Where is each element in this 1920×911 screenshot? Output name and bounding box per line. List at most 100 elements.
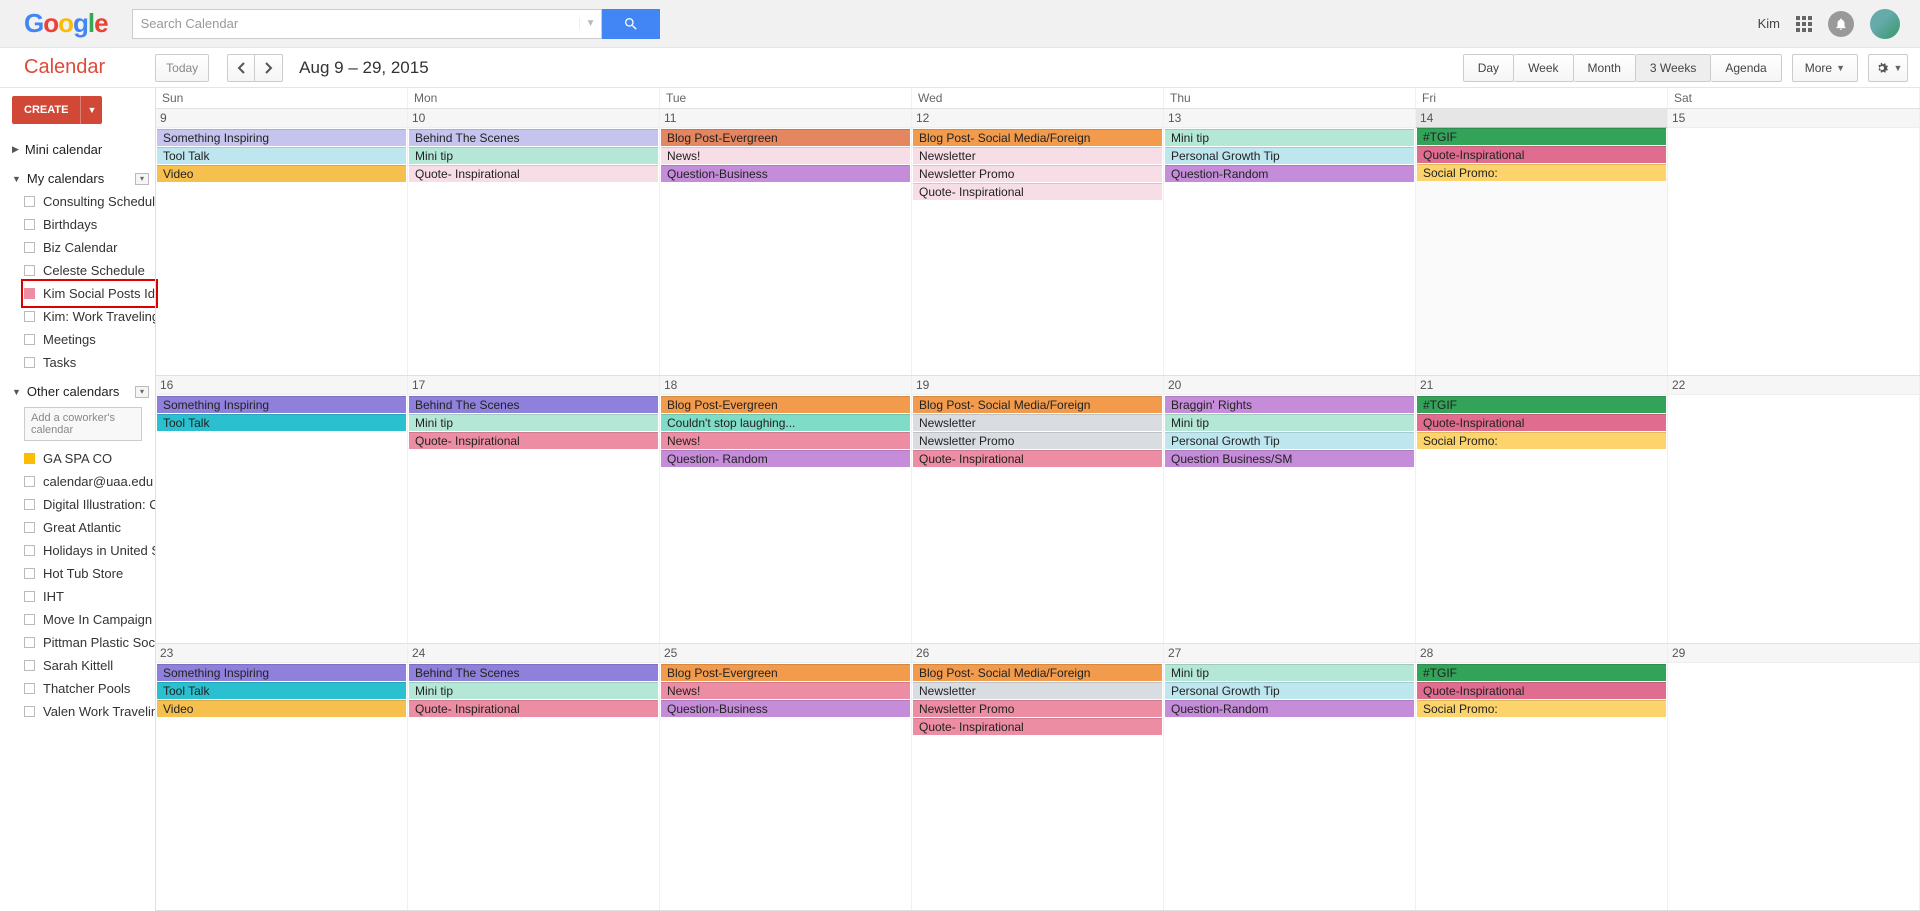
calendar-item[interactable]: Digital Illustration: C… [24, 493, 155, 516]
search-dropdown-icon[interactable]: ▼ [579, 18, 593, 29]
event[interactable]: Mini tip [409, 682, 658, 699]
calendar-color-swatch[interactable] [24, 196, 35, 207]
calendar-color-swatch[interactable] [24, 706, 35, 717]
event[interactable]: Tool Talk [157, 682, 406, 699]
day-cell[interactable]: 15 [1668, 109, 1920, 375]
event[interactable]: Quote-Inspirational [1417, 682, 1666, 699]
create-dropdown[interactable]: ▼ [80, 96, 102, 124]
google-logo[interactable]: Google [24, 8, 108, 39]
search-button[interactable] [602, 9, 660, 39]
day-cell[interactable]: 12Blog Post- Social Media/ForeignNewslet… [912, 109, 1164, 375]
event[interactable]: Mini tip [409, 147, 658, 164]
event[interactable]: Question- Random [661, 450, 910, 467]
event[interactable]: Personal Growth Tip [1165, 147, 1414, 164]
calendar-color-swatch[interactable] [24, 476, 35, 487]
event[interactable]: Question-Random [1165, 165, 1414, 182]
user-name[interactable]: Kim [1758, 16, 1780, 31]
event[interactable]: Newsletter Promo [913, 700, 1162, 717]
event[interactable]: Tool Talk [157, 147, 406, 164]
event[interactable]: Question-Random [1165, 700, 1414, 717]
event[interactable]: Social Promo: [1417, 164, 1666, 181]
other-calendars-toggle[interactable]: ▼Other calendars▾ [12, 380, 155, 403]
event[interactable]: Blog Post-Evergreen [661, 129, 910, 146]
day-cell[interactable]: 18Blog Post-EvergreenCouldn't stop laugh… [660, 376, 912, 642]
calendar-color-swatch[interactable] [24, 265, 35, 276]
calendar-color-swatch[interactable] [24, 637, 35, 648]
apps-icon[interactable] [1796, 16, 1812, 32]
event[interactable]: Blog Post-Evergreen [661, 664, 910, 681]
calendar-color-swatch[interactable] [24, 288, 35, 299]
event[interactable]: Personal Growth Tip [1165, 682, 1414, 699]
day-cell[interactable]: 14#TGIFQuote-InspirationalSocial Promo: [1416, 109, 1668, 375]
calendar-item[interactable]: Valen Work Travelin… [24, 700, 155, 723]
day-cell[interactable]: 24Behind The ScenesMini tipQuote- Inspir… [408, 644, 660, 910]
event[interactable]: Behind The Scenes [409, 664, 658, 681]
calendar-color-swatch[interactable] [24, 357, 35, 368]
event[interactable]: Something Inspiring [157, 664, 406, 681]
event[interactable]: Quote- Inspirational [409, 700, 658, 717]
calendar-color-swatch[interactable] [24, 522, 35, 533]
calendar-item[interactable]: Move In Campaign [24, 608, 155, 631]
event[interactable]: Newsletter Promo [913, 165, 1162, 182]
calendar-item[interactable]: calendar@uaa.edu [24, 470, 155, 493]
calendar-color-swatch[interactable] [24, 568, 35, 579]
event[interactable]: Blog Post- Social Media/Foreign [913, 664, 1162, 681]
calendar-color-swatch[interactable] [24, 219, 35, 230]
event[interactable]: News! [661, 432, 910, 449]
event[interactable]: Personal Growth Tip [1165, 432, 1414, 449]
calendar-item[interactable]: IHT [24, 585, 155, 608]
event[interactable]: Video [157, 165, 406, 182]
calendar-item[interactable]: Holidays in United St… [24, 539, 155, 562]
view-3-weeks[interactable]: 3 Weeks [1636, 54, 1711, 82]
event[interactable]: Quote- Inspirational [913, 450, 1162, 467]
calendar-color-swatch[interactable] [24, 334, 35, 345]
calendar-item[interactable]: Great Atlantic [24, 516, 155, 539]
event[interactable]: Quote-Inspirational [1417, 146, 1666, 163]
event[interactable]: Tool Talk [157, 414, 406, 431]
day-cell[interactable]: 10Behind The ScenesMini tipQuote- Inspir… [408, 109, 660, 375]
avatar[interactable] [1870, 9, 1900, 39]
calendar-item[interactable]: Hot Tub Store [24, 562, 155, 585]
calendar-item[interactable]: Celeste Schedule [24, 259, 155, 282]
calendar-item[interactable]: Kim: Work Traveling … [24, 305, 155, 328]
day-cell[interactable]: 20Braggin' RightsMini tipPersonal Growth… [1164, 376, 1416, 642]
event[interactable]: Couldn't stop laughing... [661, 414, 910, 431]
event[interactable]: Blog Post- Social Media/Foreign [913, 129, 1162, 146]
day-cell[interactable]: 29 [1668, 644, 1920, 910]
next-button[interactable] [255, 54, 283, 82]
add-coworker-input[interactable]: Add a coworker's calendar [24, 407, 142, 441]
other-calendars-menu[interactable]: ▾ [135, 386, 149, 398]
view-day[interactable]: Day [1463, 54, 1514, 82]
my-calendars-menu[interactable]: ▾ [135, 173, 149, 185]
calendar-color-swatch[interactable] [24, 683, 35, 694]
event[interactable]: Behind The Scenes [409, 129, 658, 146]
day-cell[interactable]: 19Blog Post- Social Media/ForeignNewslet… [912, 376, 1164, 642]
view-month[interactable]: Month [1574, 54, 1636, 82]
event[interactable]: Social Promo: [1417, 700, 1666, 717]
day-cell[interactable]: 17Behind The ScenesMini tipQuote- Inspir… [408, 376, 660, 642]
event[interactable]: Social Promo: [1417, 432, 1666, 449]
day-cell[interactable]: 26Blog Post- Social Media/ForeignNewslet… [912, 644, 1164, 910]
event[interactable]: Mini tip [1165, 664, 1414, 681]
day-cell[interactable]: 23Something InspiringTool TalkVideo [156, 644, 408, 910]
my-calendars-toggle[interactable]: ▼My calendars▾ [12, 167, 155, 190]
calendar-item[interactable]: Biz Calendar [24, 236, 155, 259]
calendar-color-swatch[interactable] [24, 614, 35, 625]
event[interactable]: Newsletter [913, 682, 1162, 699]
event[interactable]: Newsletter [913, 147, 1162, 164]
today-button[interactable]: Today [155, 54, 209, 82]
calendar-item[interactable]: Meetings [24, 328, 155, 351]
event[interactable]: Quote- Inspirational [913, 183, 1162, 200]
calendar-item[interactable]: Sarah Kittell [24, 654, 155, 677]
notifications-icon[interactable] [1828, 11, 1854, 37]
event[interactable]: Video [157, 700, 406, 717]
event[interactable]: Question-Business [661, 165, 910, 182]
day-cell[interactable]: 28#TGIFQuote-InspirationalSocial Promo: [1416, 644, 1668, 910]
event[interactable]: Question Business/SM [1165, 450, 1414, 467]
event[interactable]: Quote-Inspirational [1417, 414, 1666, 431]
calendar-color-swatch[interactable] [24, 545, 35, 556]
event[interactable]: Quote- Inspirational [409, 165, 658, 182]
calendar-item[interactable]: Consulting Schedule [24, 190, 155, 213]
calendar-color-swatch[interactable] [24, 242, 35, 253]
search-input[interactable]: Search Calendar ▼ [132, 9, 602, 39]
